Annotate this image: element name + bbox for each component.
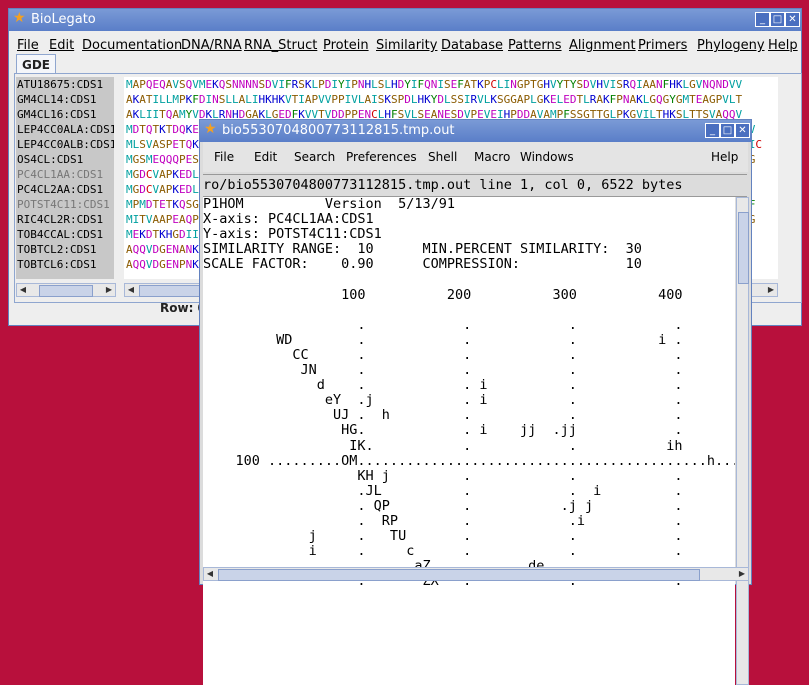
sequence-name-list[interactable]: ATU18675:CDS1 GM4CL14:CDS1 GM4CL16:CDS1 LEP…: [16, 77, 114, 279]
scroll-thumb[interactable]: [738, 212, 749, 284]
menu-similarity[interactable]: Similarity: [376, 38, 437, 53]
menu-documentation[interactable]: Documentation: [82, 38, 182, 53]
sequence-row[interactable]: MAPQEQAVSQVMEKQSNNNNSDVIFRSKLPDIYIPNHLSL…: [124, 77, 778, 92]
output-line: UJ . h . . . .: [203, 407, 735, 424]
menu-database[interactable]: Database: [441, 38, 503, 53]
output-line: HG. . i jj .jj . .: [203, 422, 735, 439]
sequence-name[interactable]: GM4CL16:CDS1: [16, 107, 114, 122]
output-line: i . c . . . .: [203, 543, 735, 560]
output-vertical-scrollbar[interactable]: [736, 197, 749, 685]
output-window: ★ bio5530704800773112815.tmp.out _ □ ✕ F…: [199, 119, 752, 685]
output-line: IK. . . ih .: [203, 437, 735, 454]
maximize-button[interactable]: □: [720, 123, 735, 138]
menu-edit[interactable]: Edit: [254, 150, 277, 164]
sequence-name[interactable]: RIC4CL2R:CDS1: [16, 212, 114, 227]
output-line: WD . . . i . .: [203, 331, 735, 348]
output-line: KH j . . . .: [203, 467, 735, 484]
sequence-name[interactable]: TOB4CCAL:CDS1: [16, 227, 114, 242]
app-star-icon: ★: [204, 121, 217, 137]
output-titlebar[interactable]: ★ bio5530704800773112815.tmp.out _ □ ✕: [200, 120, 751, 142]
close-button[interactable]: ✕: [735, 123, 750, 138]
sequence-name[interactable]: TOBTCL2:CDS1: [16, 242, 114, 257]
output-line: SIMILARITY RANGE: 10 MIN.PERCENT SIMILAR…: [203, 241, 642, 258]
output-line: Y-axis: POTST4C11:CDS1: [203, 226, 382, 243]
menu-search[interactable]: Search: [294, 150, 335, 164]
minimize-button[interactable]: _: [755, 12, 770, 27]
file-status-line: ro/bio5530704800773112815.tmp.out line 1…: [203, 174, 747, 197]
menu-file[interactable]: File: [214, 150, 234, 164]
sequence-name[interactable]: ATU18675:CDS1: [16, 77, 114, 92]
output-line: SCALE FACTOR: 0.90 COMPRESSION: 10: [203, 256, 642, 273]
main-titlebar[interactable]: ★ BioLegato _ □ ✕: [9, 9, 801, 31]
output-horizontal-scrollbar[interactable]: ◀ ▶: [203, 567, 749, 581]
sequence-name[interactable]: PC4CL2AA:CDS1: [16, 182, 114, 197]
sequence-name[interactable]: GM4CL14:CDS1: [16, 92, 114, 107]
scroll-left-icon[interactable]: ◀: [204, 568, 216, 580]
menu-edit[interactable]: Edit: [49, 38, 74, 53]
menu-primers[interactable]: Primers: [638, 38, 687, 53]
sequence-row[interactable]: AKATILLMPKFDINSLLALIHKHKVTIAPVVPPIVLAISK…: [124, 92, 778, 107]
output-line: . . . . .: [203, 316, 735, 333]
names-horizontal-scrollbar[interactable]: ◀ ▶: [16, 283, 116, 297]
output-text-area[interactable]: P1HOM Version 5/13/91 X-axis: PC4CL1AA:CD…: [203, 197, 735, 685]
sequence-name[interactable]: PC4CL1AA:CDS1: [16, 167, 114, 182]
output-line: j . TU . . . .: [203, 528, 735, 545]
menu-dna-rna[interactable]: DNA/RNA: [181, 38, 242, 53]
maximize-button[interactable]: □: [770, 12, 785, 27]
main-menubar: File Edit Documentation DNA/RNA RNA_Stru…: [9, 31, 801, 57]
menu-shell[interactable]: Shell: [428, 150, 457, 164]
sequence-name[interactable]: LEP4CC0ALB:CDS1: [16, 137, 114, 152]
main-window-title: BioLegato: [31, 12, 96, 27]
menu-macro[interactable]: Macro: [474, 150, 510, 164]
menu-patterns[interactable]: Patterns: [508, 38, 562, 53]
minimize-button[interactable]: _: [705, 123, 720, 138]
scroll-left-icon[interactable]: ◀: [17, 284, 29, 296]
scroll-right-icon[interactable]: ▶: [765, 284, 777, 296]
sequence-name[interactable]: LEP4CC0ALA:CDS1: [16, 122, 114, 137]
menu-alignment[interactable]: Alignment: [569, 38, 636, 53]
menu-help[interactable]: Help: [768, 38, 798, 53]
output-line: X-axis: PC4CL1AA:CDS1: [203, 211, 374, 228]
output-line: . QP . .j j . .: [203, 497, 735, 514]
output-line: 100 200 300 400 500: [203, 286, 735, 303]
scroll-thumb[interactable]: [39, 285, 93, 297]
scroll-right-icon[interactable]: ▶: [736, 568, 748, 580]
output-window-title: bio5530704800773112815.tmp.out: [222, 123, 455, 138]
menu-phylogeny[interactable]: Phylogeny: [697, 38, 765, 53]
sequence-name[interactable]: POTST4C11:CDS1: [16, 197, 114, 212]
sequence-name[interactable]: TOBTCL6:CDS1: [16, 257, 114, 272]
menu-file[interactable]: File: [17, 38, 39, 53]
menu-preferences[interactable]: Preferences: [346, 150, 417, 164]
output-line: eY .j . i . . .: [203, 392, 735, 409]
close-button[interactable]: ✕: [785, 12, 800, 27]
menu-protein[interactable]: Protein: [323, 38, 369, 53]
scroll-right-icon[interactable]: ▶: [103, 284, 115, 296]
output-line: d . . i . . .: [203, 377, 735, 394]
output-line: CC . . . . .: [203, 346, 735, 363]
output-line: .JL . . i . .: [203, 482, 735, 499]
app-star-icon: ★: [13, 10, 26, 26]
menu-windows[interactable]: Windows: [520, 150, 574, 164]
scroll-thumb[interactable]: [218, 569, 700, 581]
sequence-name[interactable]: OS4CL:CDS1: [16, 152, 114, 167]
scroll-left-icon[interactable]: ◀: [125, 284, 137, 296]
output-line: . RP . .i . .: [203, 512, 735, 529]
output-menubar: File Edit Search Preferences Shell Macro…: [203, 142, 748, 172]
scroll-thumb[interactable]: [139, 285, 201, 297]
output-line: JN . . . . .: [203, 362, 735, 379]
menu-rna-struct[interactable]: RNA_Struct: [244, 38, 317, 53]
output-line: P1HOM Version 5/13/91: [203, 197, 455, 212]
output-line: 100 .........OM.........................…: [203, 452, 736, 469]
menu-help[interactable]: Help: [711, 150, 738, 164]
